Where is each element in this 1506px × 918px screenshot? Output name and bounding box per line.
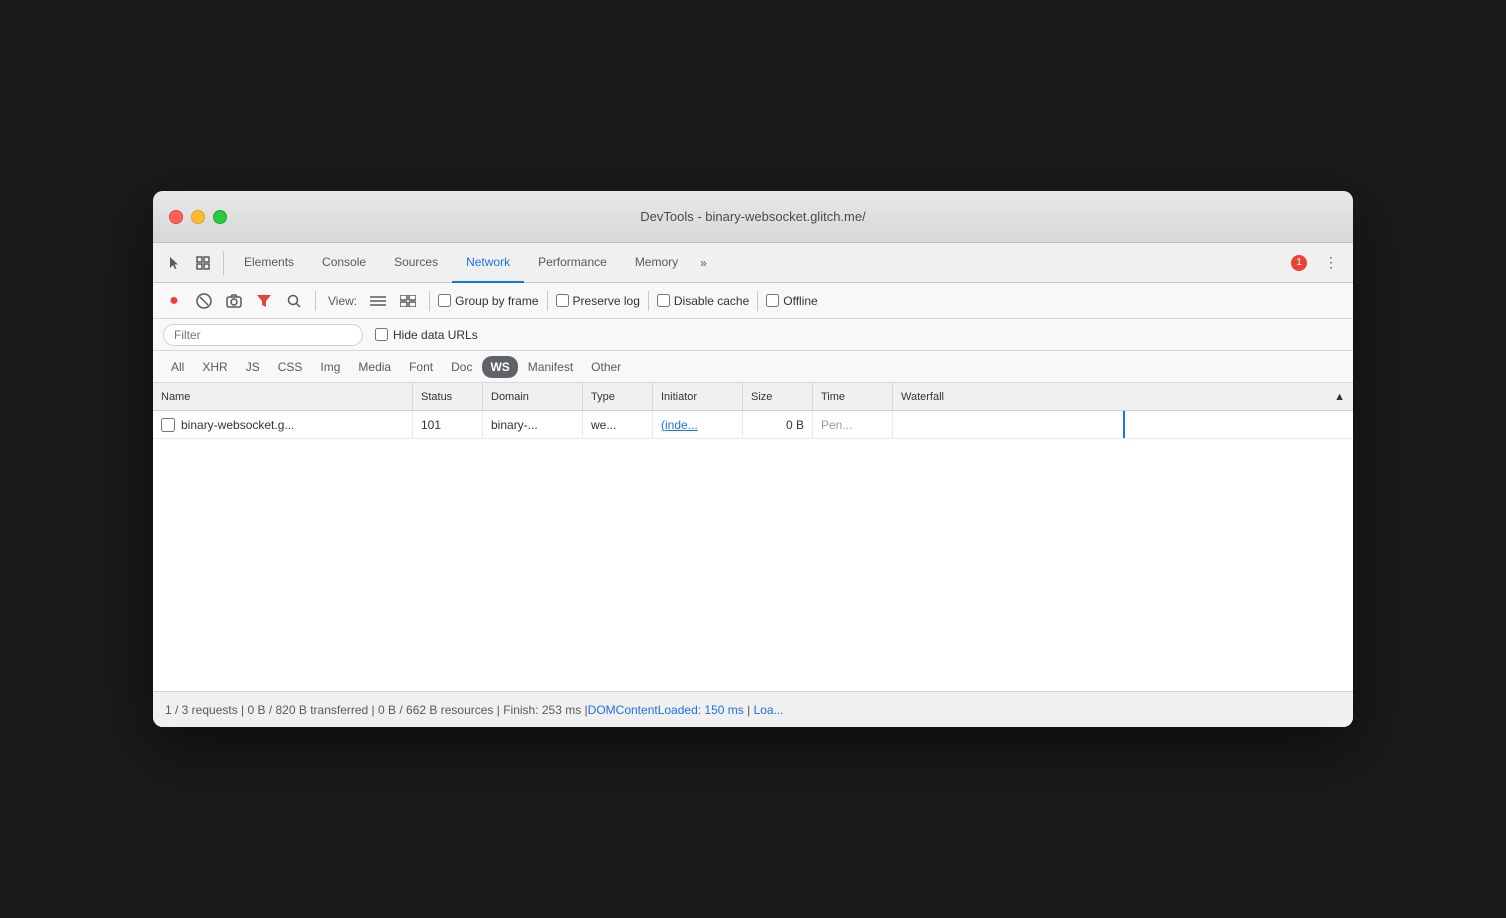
camera-button[interactable] [221,288,247,314]
th-initiator[interactable]: Initiator [653,383,743,410]
td-domain: binary-... [483,411,583,438]
table-row[interactable]: binary-websocket.g... 101 binary-... we.… [153,411,1353,439]
title-bar: DevTools - binary-websocket.glitch.me/ [153,191,1353,243]
clear-button[interactable] [191,288,217,314]
offline-checkbox[interactable] [766,294,779,307]
td-status: 101 [413,411,483,438]
th-domain[interactable]: Domain [483,383,583,410]
type-btn-ws[interactable]: WS [482,356,517,378]
table-header: Name Status Domain Type Initiator Size [153,383,1353,411]
type-btn-all[interactable]: All [163,356,192,378]
toolbar-sep-3 [547,291,548,311]
devtools-settings-button[interactable]: ⋮ [1317,249,1345,277]
type-btn-js[interactable]: JS [238,356,268,378]
toolbar-sep-1 [315,291,316,311]
td-initiator: (inde... [653,411,743,438]
filter-icon-button[interactable] [251,288,277,314]
group-by-frame-checkbox[interactable] [438,294,451,307]
waterfall-line [1123,411,1125,438]
preserve-log-check[interactable]: Preserve log [556,294,640,308]
tab-sources[interactable]: Sources [380,243,452,283]
disable-cache-check[interactable]: Disable cache [657,294,749,308]
tab-elements[interactable]: Elements [230,243,308,283]
errors-button[interactable]: 1 [1285,249,1313,277]
window-title: DevTools - binary-websocket.glitch.me/ [640,209,865,224]
tab-memory[interactable]: Memory [621,243,692,283]
disable-cache-label: Disable cache [674,294,749,308]
th-time[interactable]: Time [813,383,893,410]
sort-arrow-icon: ▲ [1334,391,1345,403]
search-button[interactable] [281,288,307,314]
tabs-right-area: 1 ⋮ [1285,249,1345,277]
toolbar-sep-2 [429,291,430,311]
close-button[interactable] [169,210,183,224]
th-name[interactable]: Name [153,383,413,410]
type-filter-row: All XHR JS CSS Img Media Font Doc [153,351,1353,383]
td-name: binary-websocket.g... [153,411,413,438]
type-btn-font[interactable]: Font [401,356,441,378]
toolbar-sep-4 [648,291,649,311]
type-btn-media[interactable]: Media [350,356,399,378]
filter-input-wrap [163,324,363,346]
preserve-log-checkbox[interactable] [556,294,569,307]
cursor-icon[interactable] [161,249,189,277]
type-btn-xhr[interactable]: XHR [194,356,235,378]
tree-view-button[interactable] [395,288,421,314]
th-waterfall[interactable]: Waterfall ▲ [893,383,1353,410]
network-table: Name Status Domain Type Initiator Size [153,383,1353,691]
preserve-log-label: Preserve log [573,294,640,308]
status-text: 1 / 3 requests | 0 B / 820 B transferred… [165,703,588,717]
list-view-button[interactable] [365,288,391,314]
status-bar: 1 / 3 requests | 0 B / 820 B transferred… [153,691,1353,727]
type-btn-other[interactable]: Other [583,356,629,378]
row-select-checkbox[interactable] [161,418,175,432]
hide-data-urls-group[interactable]: Hide data URLs [375,328,478,342]
tab-network[interactable]: Network [452,243,524,283]
table-body: binary-websocket.g... 101 binary-... we.… [153,411,1353,691]
type-btn-img[interactable]: Img [312,356,348,378]
offline-label: Offline [783,294,817,308]
hide-data-urls-checkbox[interactable] [375,328,388,341]
minimize-button[interactable] [191,210,205,224]
td-waterfall [893,411,1353,438]
record-button[interactable]: ● [161,288,187,314]
traffic-lights [169,210,227,224]
more-tabs-button[interactable]: » [692,243,715,283]
filter-input[interactable] [174,328,352,342]
filter-row: Hide data URLs [153,319,1353,351]
tab-separator-left [223,251,224,275]
tab-console[interactable]: Console [308,243,380,283]
network-toolbar: ● [153,283,1353,319]
td-type: we... [583,411,653,438]
devtools-tab-bar: Elements Console Sources Network Perform… [153,243,1353,283]
record-icon: ● [169,292,179,310]
dom-content-loaded-link[interactable]: DOMContentLoaded: 150 ms [588,703,744,717]
type-btn-css[interactable]: CSS [270,356,311,378]
type-btn-manifest[interactable]: Manifest [520,356,581,378]
group-by-frame-check[interactable]: Group by frame [438,294,538,308]
disable-cache-checkbox[interactable] [657,294,670,307]
load-link[interactable]: Loa... [754,703,784,717]
hide-data-urls-label: Hide data URLs [393,328,478,342]
maximize-button[interactable] [213,210,227,224]
inspect-icon[interactable] [189,249,217,277]
group-by-frame-label: Group by frame [455,294,538,308]
th-status[interactable]: Status [413,383,483,410]
offline-check[interactable]: Offline [766,294,817,308]
th-type[interactable]: Type [583,383,653,410]
toolbar-sep-5 [757,291,758,311]
td-size: 0 B [743,411,813,438]
type-btn-doc[interactable]: Doc [443,356,480,378]
td-time: Pen... [813,411,893,438]
devtools-body: ● [153,283,1353,727]
error-badge: 1 [1291,255,1307,271]
th-size[interactable]: Size [743,383,813,410]
tab-performance[interactable]: Performance [524,243,621,283]
status-separator: | [744,703,754,717]
view-label: View: [328,294,357,308]
